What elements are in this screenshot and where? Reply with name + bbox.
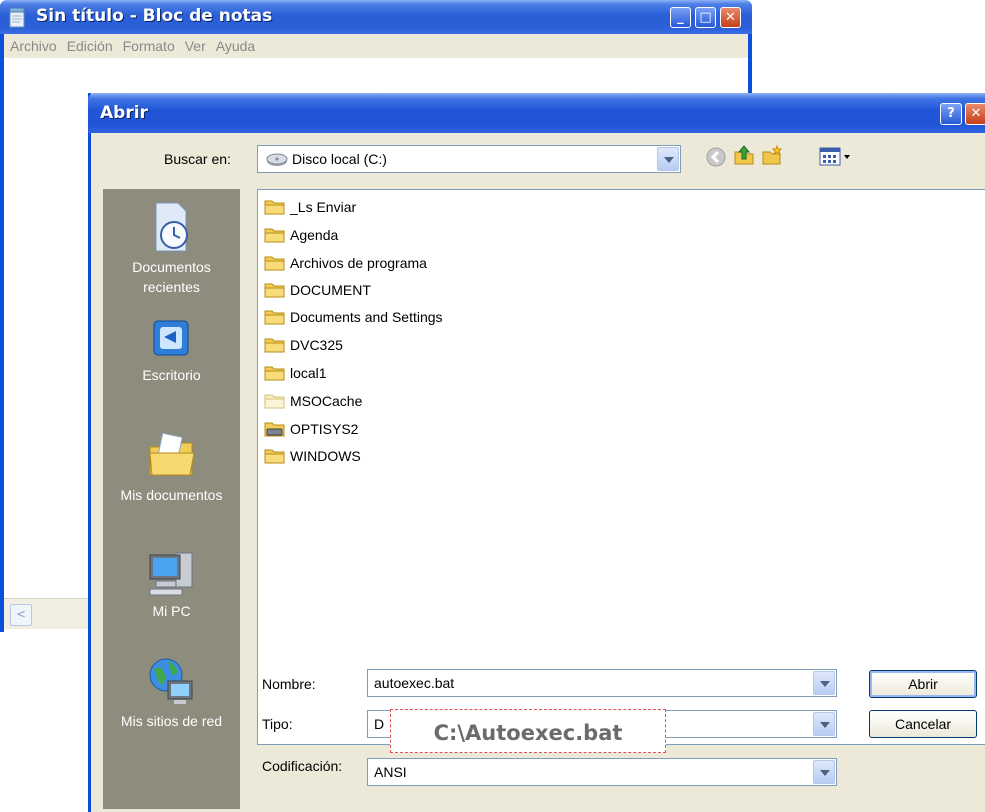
file-name: DOCUMENT [290,282,371,298]
notepad-icon [9,7,25,28]
desktop-icon [153,320,188,356]
encoding-value: ANSI [374,764,407,780]
close-button[interactable]: ✕ [720,7,741,28]
encoding-select[interactable]: ANSI [367,758,837,786]
notepad-title: Sin título - Bloc de notas [36,6,273,26]
folder-icon [264,228,285,243]
back-icon[interactable] [705,146,727,168]
recent-documents-icon [155,202,188,252]
chevron-down-icon[interactable] [813,712,835,736]
my-documents-icon [148,432,195,476]
place-my-computer[interactable]: Mi PC [103,545,240,621]
file-name: _Ls Enviar [290,199,357,215]
new-folder-icon[interactable] [761,144,783,166]
menu-formato[interactable]: Formato [123,34,175,58]
places-bar: Documentos recientes Escritorio Mis docu… [103,189,240,809]
folder-icon [264,283,285,298]
folder-icon [264,338,285,353]
chevron-down-icon[interactable] [657,147,679,171]
file-name: Agenda [290,227,339,243]
file-name: DVC325 [290,337,343,353]
menu-edicion[interactable]: Edición [67,34,113,58]
folder-icon [264,366,285,381]
folder-icon [264,200,285,215]
look-in-value: Disco local (C:) [292,151,387,167]
file-name: MSOCache [290,393,363,409]
type-value: D [374,716,385,732]
place-desktop[interactable]: Escritorio [103,317,240,385]
chevron-down-icon[interactable] [813,760,835,784]
place-network-places[interactable]: Mis sitios de red [103,655,240,731]
network-places-icon [149,658,192,704]
menu-archivo[interactable]: Archivo [10,34,57,58]
file-name: Archivos de programa [290,255,427,271]
dialog-title: Abrir [100,103,148,123]
place-label-line2: recientes [143,279,200,295]
horizontal-scrollbar[interactable]: < [4,598,94,629]
place-label: Mis sitios de red [120,713,223,729]
my-computer-icon [149,552,192,596]
place-label: Mi PC [152,603,191,619]
view-menu-icon[interactable] [819,146,855,168]
filename-label: Nombre: [262,676,316,692]
folder-icon [264,256,285,271]
place-label: Escritorio [142,367,201,383]
place-label: Documentos [132,259,211,275]
folder-icon [264,310,285,325]
file-name: Documents and Settings [290,309,443,325]
filename-field[interactable]: autoexec.bat [367,669,837,697]
notepad-titlebar[interactable]: Sin título - Bloc de notas _ □ ✕ [0,0,752,34]
dialog-titlebar[interactable]: Abrir ? ✕ [88,93,985,133]
drive-folder-icon [264,422,285,437]
place-recent-documents[interactable]: Documentos recientes [103,201,240,297]
help-button[interactable]: ? [940,103,962,125]
file-name: WINDOWS [290,448,361,464]
notepad-menubar: Archivo Edición Formato Ver Ayuda [4,34,748,58]
look-in-combo[interactable]: Disco local (C:) [257,145,681,173]
file-list[interactable]: _Ls Enviar Agenda Archivos de programa D… [257,189,985,745]
look-in-label: Buscar en: [164,151,231,167]
filename-value: autoexec.bat [374,675,455,691]
path-callout: C:\Autoexec.bat [390,709,666,753]
place-my-documents[interactable]: Mis documentos [103,429,240,505]
type-label: Tipo: [262,716,293,732]
chevron-down-icon[interactable] [813,671,835,695]
encoding-label: Codificación: [262,758,343,774]
cancel-button[interactable]: Cancelar [869,710,977,738]
file-name: OPTISYS2 [290,421,359,437]
place-label: Mis documentos [120,487,223,503]
open-button[interactable]: Abrir [869,670,977,698]
scroll-left-arrow-icon[interactable]: < [10,604,32,626]
folder-icon [264,449,285,464]
file-name: local1 [290,365,327,381]
menu-ayuda[interactable]: Ayuda [216,34,255,58]
hidden-folder-icon [264,394,285,409]
menu-ver[interactable]: Ver [185,34,206,58]
up-folder-icon[interactable] [733,144,755,166]
dialog-close-button[interactable]: ✕ [965,103,985,125]
open-dialog: Abrir ? ✕ Buscar en: Disco local (C:) Do… [88,93,985,812]
local-disk-icon [266,153,288,166]
maximize-button[interactable]: □ [695,7,716,28]
minimize-button[interactable]: _ [670,7,691,28]
